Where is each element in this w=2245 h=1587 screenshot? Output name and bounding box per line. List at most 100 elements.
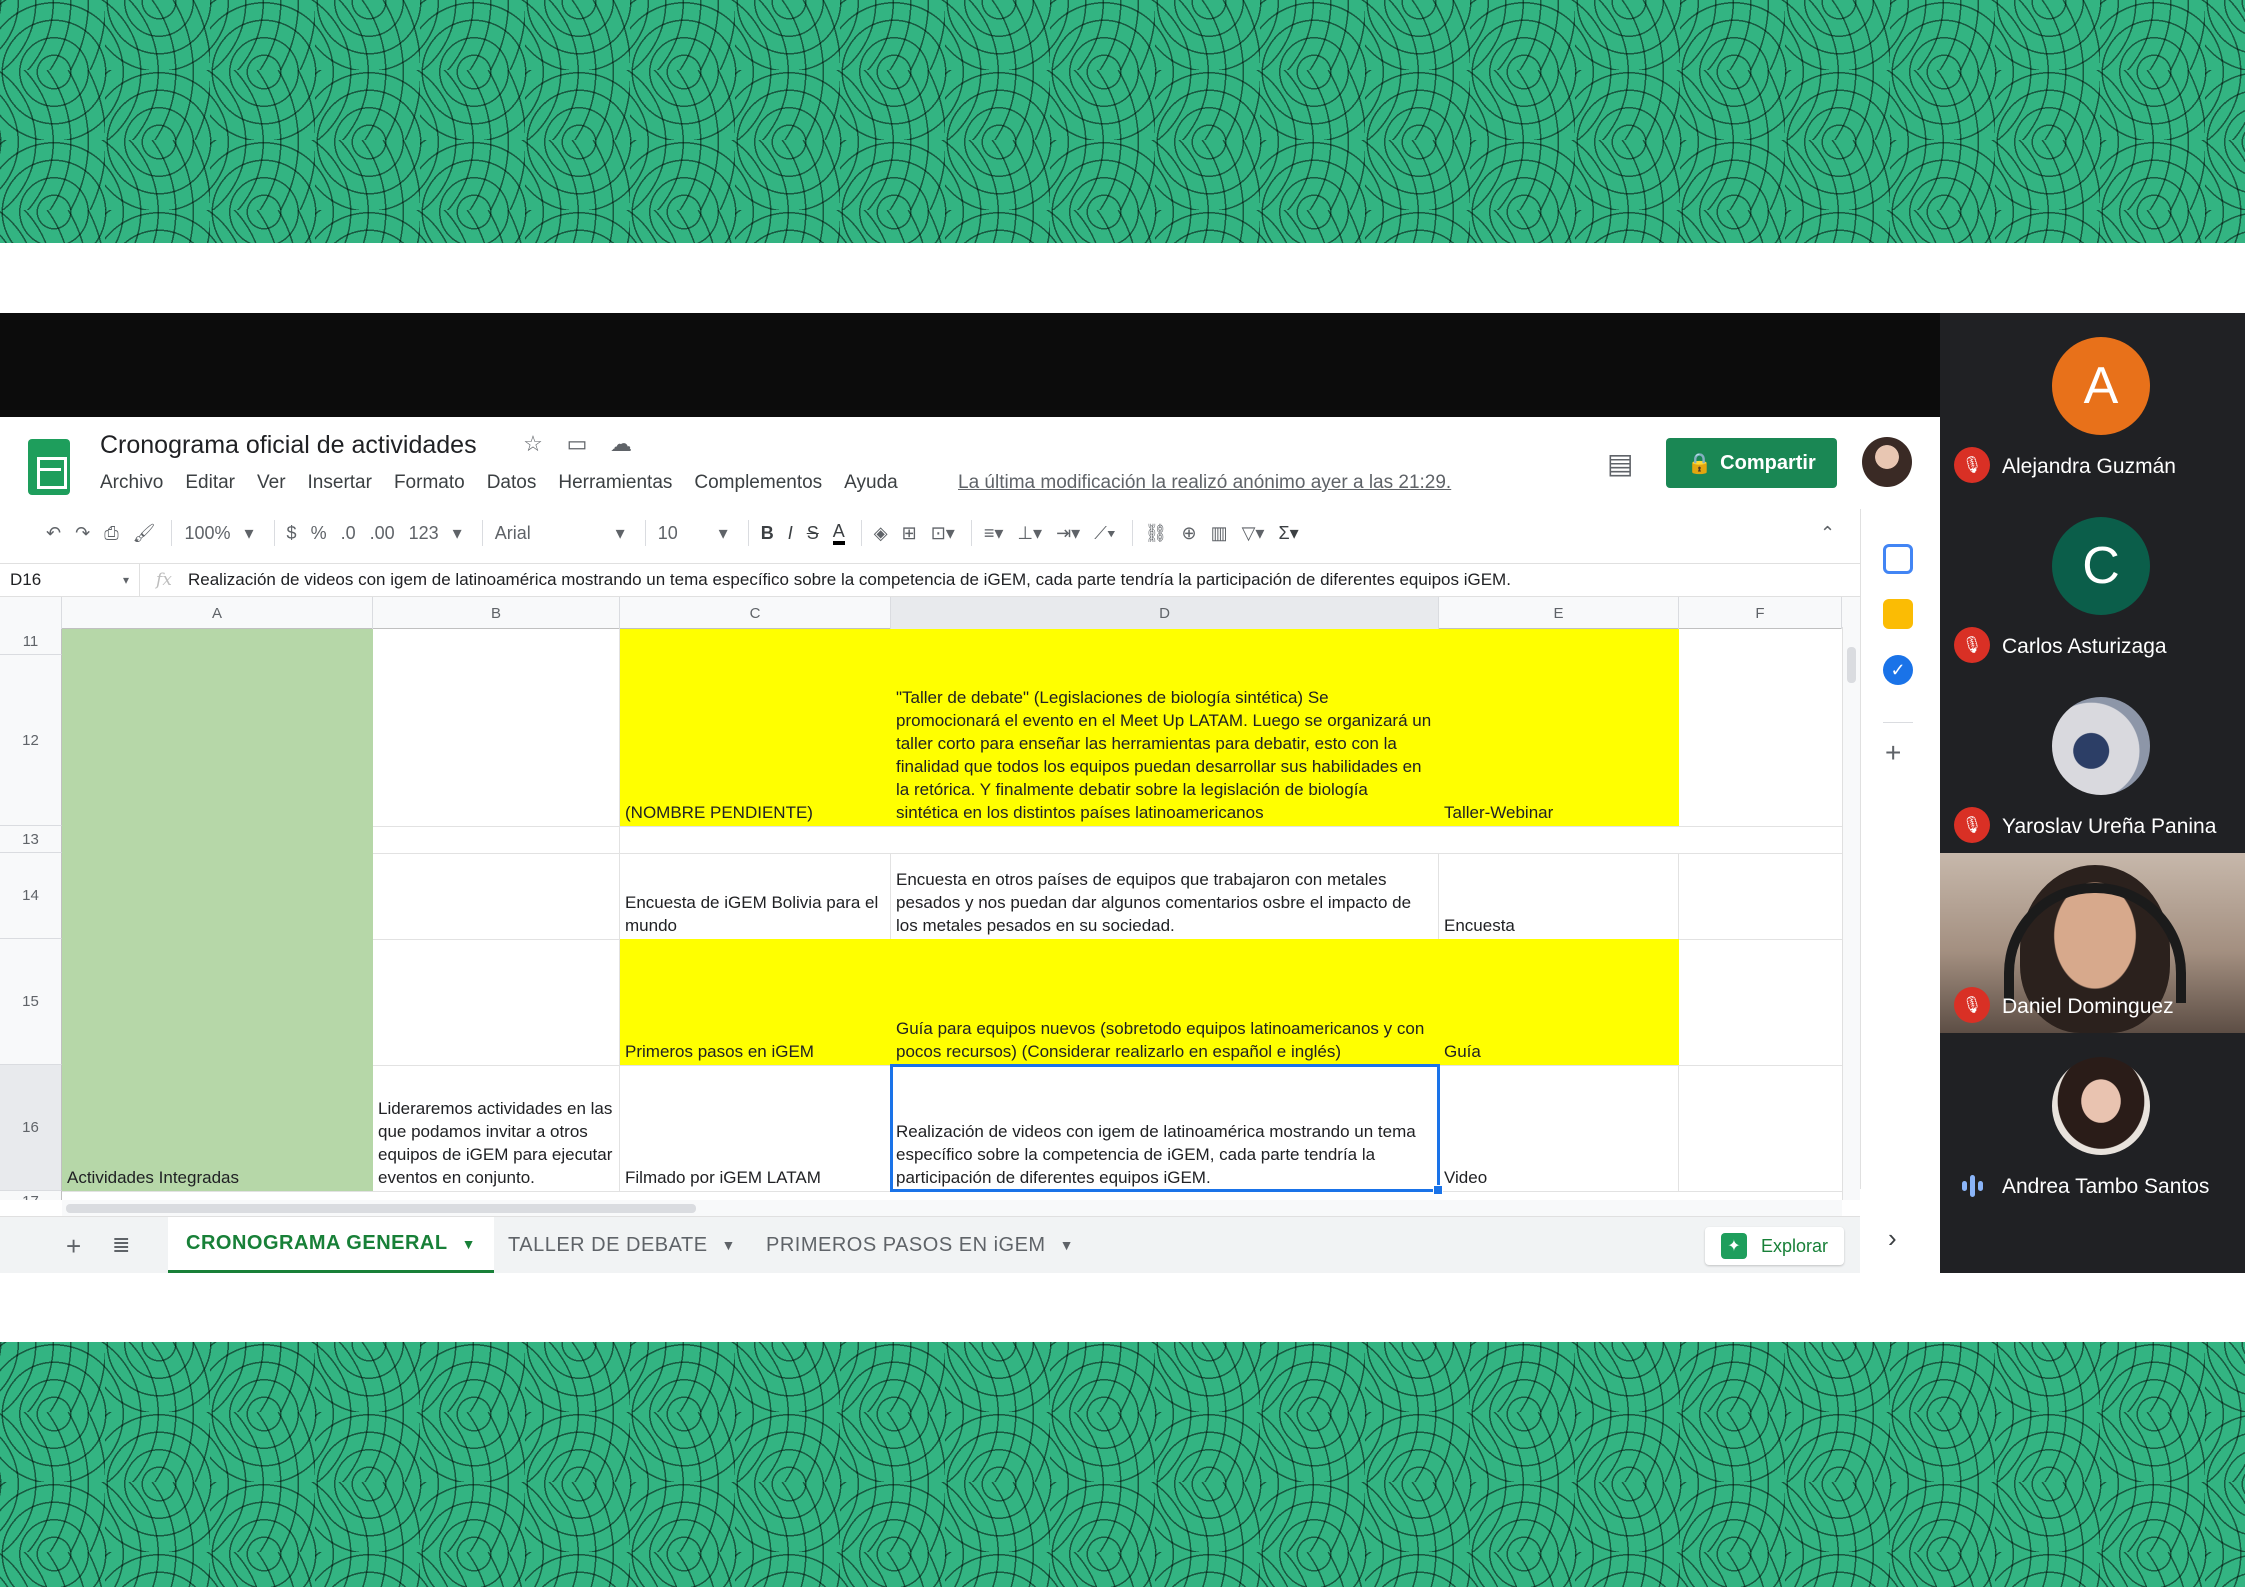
account-avatar[interactable] xyxy=(1862,437,1912,487)
menu-insertar[interactable]: Insertar xyxy=(308,472,372,494)
font-size-select[interactable]: 10 ▾ xyxy=(658,523,728,544)
cell-e16[interactable]: Video xyxy=(1439,1065,1679,1191)
cell-e12[interactable]: Taller-Webinar xyxy=(1439,629,1679,826)
spreadsheet-grid[interactable]: A B C D E F 11 12 13 14 15 16 17 Activid… xyxy=(0,597,1860,1200)
redo-icon[interactable]: ↷ xyxy=(75,523,90,544)
column-header-f[interactable]: F xyxy=(1679,597,1842,629)
move-folder-icon[interactable]: ▭ xyxy=(564,431,590,457)
participant-video-tile[interactable]: 🎙 Daniel Dominguez xyxy=(1940,853,2245,1033)
menu-archivo[interactable]: Archivo xyxy=(100,472,163,494)
borders-icon[interactable]: ⊞ xyxy=(902,523,917,544)
cloud-status-icon[interactable]: ☁ xyxy=(608,431,634,457)
explore-button[interactable]: ✦ Explorar xyxy=(1705,1227,1845,1265)
row-header-14[interactable]: 14 xyxy=(0,853,62,939)
cell-e14[interactable]: Encuesta xyxy=(1439,853,1679,939)
participant-tile[interactable]: C 🎙 Carlos Asturizaga xyxy=(1940,493,2245,673)
name-box[interactable]: D16 ▾ xyxy=(0,564,140,596)
menu-editar[interactable]: Editar xyxy=(185,472,235,494)
cell-c16[interactable]: Filmado por iGEM LATAM xyxy=(620,1065,891,1191)
menu-herramientas[interactable]: Herramientas xyxy=(558,472,672,494)
participant-tile[interactable]: A 🎙 Alejandra Guzmán xyxy=(1940,313,2245,493)
participant-tile[interactable]: 🎙 Yaroslav Ureña Panina xyxy=(1940,673,2245,853)
row-header-17[interactable]: 17 xyxy=(0,1191,62,1200)
cell-d14[interactable]: Encuesta en otros países de equipos que … xyxy=(891,853,1439,939)
collapse-toolbar-icon[interactable]: ⌃ xyxy=(1820,523,1835,544)
toolbar-divider xyxy=(171,520,173,546)
comments-icon[interactable]: ▤ xyxy=(1607,447,1633,480)
insert-comment-icon[interactable]: ⊕ xyxy=(1181,523,1196,544)
menu-ayuda[interactable]: Ayuda xyxy=(844,472,898,494)
strikethrough-button[interactable]: S xyxy=(807,523,819,544)
share-button[interactable]: 🔒 Compartir xyxy=(1666,438,1837,488)
cell-c12[interactable]: (NOMBRE PENDIENTE) xyxy=(620,629,891,826)
insert-chart-icon[interactable]: ▥ xyxy=(1211,523,1228,544)
cell-e15[interactable]: Guía xyxy=(1439,939,1679,1065)
menu-formato[interactable]: Formato xyxy=(394,472,465,494)
menu-ver[interactable]: Ver xyxy=(257,472,286,494)
insert-link-icon[interactable]: ⛓ xyxy=(1145,523,1168,544)
horizontal-scrollbar[interactable] xyxy=(62,1200,1842,1216)
horizontal-scroll-thumb[interactable] xyxy=(66,1204,696,1213)
cell-d15[interactable]: Guía para equipos nuevos (sobretodo equi… xyxy=(891,939,1439,1065)
calendar-icon[interactable] xyxy=(1883,544,1913,574)
column-header-b[interactable]: B xyxy=(373,597,620,629)
increase-decimals-button[interactable]: .00 xyxy=(370,523,395,544)
text-wrap-icon[interactable]: ⇥▾ xyxy=(1056,523,1080,544)
keep-icon[interactable] xyxy=(1883,599,1913,629)
currency-format-button[interactable]: $ xyxy=(287,523,297,544)
participant-tile[interactable]: Andrea Tambo Santos xyxy=(1940,1033,2245,1213)
column-header-d[interactable]: D xyxy=(891,597,1439,629)
cell-selection xyxy=(890,1064,1443,1195)
document-title[interactable]: Cronograma oficial de actividades xyxy=(100,431,477,460)
filter-icon[interactable]: ▽▾ xyxy=(1242,523,1265,544)
tab-primeros-pasos[interactable]: PRIMEROS PASOS EN iGEM ▼ xyxy=(748,1217,1092,1273)
row-header-16[interactable]: 16 xyxy=(0,1065,62,1191)
last-edit-link[interactable]: La última modificación la realizó anónim… xyxy=(958,472,1451,494)
add-sheet-icon[interactable]: + xyxy=(66,1231,81,1262)
vertical-align-icon[interactable]: ⊥▾ xyxy=(1017,523,1042,544)
add-addon-icon[interactable]: + xyxy=(1885,737,1901,769)
cell-c14[interactable]: Encuesta de iGEM Bolivia para el mundo xyxy=(620,853,891,939)
font-family-value: Arial xyxy=(494,522,531,543)
row-header-12[interactable]: 12 xyxy=(0,655,62,826)
cell-d12[interactable]: "Taller de debate" (Legislaciones de bio… xyxy=(891,629,1439,826)
tab-taller-de-debate[interactable]: TALLER DE DEBATE ▼ xyxy=(490,1217,754,1273)
column-header-e[interactable]: E xyxy=(1439,597,1679,629)
select-all-corner[interactable] xyxy=(0,597,62,629)
paint-format-icon[interactable]: 🖌 xyxy=(133,523,156,544)
chevron-right-icon[interactable]: › xyxy=(1888,1223,1897,1254)
text-color-button[interactable]: A xyxy=(832,521,845,545)
zoom-select[interactable]: 100% ▾ xyxy=(184,523,253,544)
vertical-scroll-thumb[interactable] xyxy=(1847,647,1856,683)
font-family-select[interactable]: Arial ▾ xyxy=(495,523,625,544)
row-header-11[interactable]: 11 xyxy=(0,629,62,655)
merge-cells-icon[interactable]: ⊡▾ xyxy=(931,523,955,544)
row-header-15[interactable]: 15 xyxy=(0,939,62,1065)
cell-b-description[interactable]: Lideraremos actividades en las que podam… xyxy=(373,629,620,1191)
functions-button[interactable]: Σ▾ xyxy=(1278,523,1298,544)
row-header-13[interactable]: 13 xyxy=(0,826,62,853)
formula-input[interactable]: Realización de videos con igem de latino… xyxy=(188,570,1511,590)
star-icon[interactable]: ☆ xyxy=(520,431,546,457)
print-icon[interactable]: ⎙ xyxy=(104,523,118,544)
fill-color-icon[interactable]: ◈ xyxy=(874,523,888,544)
tasks-icon[interactable]: ✓ xyxy=(1883,655,1913,685)
italic-button[interactable]: I xyxy=(788,523,793,544)
menu-datos[interactable]: Datos xyxy=(487,472,537,494)
percent-format-button[interactable]: % xyxy=(311,523,327,544)
horizontal-align-icon[interactable]: ≡▾ xyxy=(984,523,1004,544)
sheets-logo-icon[interactable] xyxy=(28,439,70,495)
cell-a-actividades-integradas[interactable]: Actividades Integradas xyxy=(62,629,373,1191)
all-sheets-icon[interactable]: ≣ xyxy=(112,1232,130,1258)
column-header-a[interactable]: A xyxy=(62,597,373,629)
menu-complementos[interactable]: Complementos xyxy=(694,472,822,494)
vertical-scrollbar[interactable] xyxy=(1842,627,1860,1200)
decrease-decimals-button[interactable]: .0 xyxy=(341,523,356,544)
cell-c15[interactable]: Primeros pasos en iGEM xyxy=(620,939,891,1065)
column-header-c[interactable]: C xyxy=(620,597,891,629)
number-format-select[interactable]: 123 ▾ xyxy=(409,523,462,544)
bold-button[interactable]: B xyxy=(761,523,774,544)
undo-icon[interactable]: ↶ xyxy=(46,523,61,544)
tab-cronograma-general[interactable]: CRONOGRAMA GENERAL ▼ xyxy=(168,1217,494,1273)
text-rotation-icon[interactable]: ⟋▾ xyxy=(1094,523,1115,544)
